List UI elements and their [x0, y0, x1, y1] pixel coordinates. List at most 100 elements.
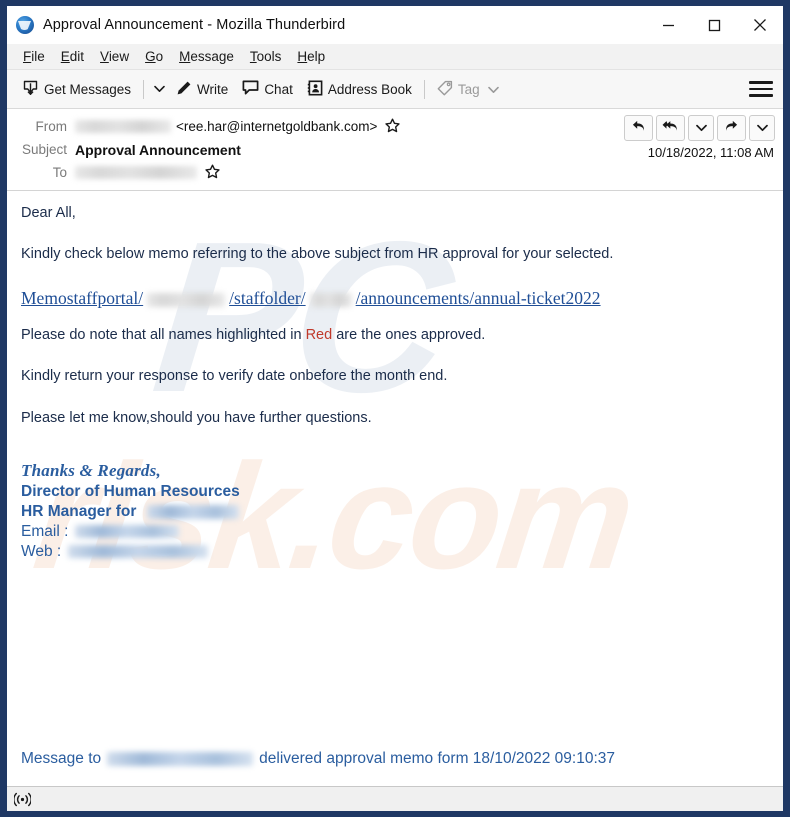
- from-address: <ree.har@internetgoldbank.com>: [176, 119, 378, 134]
- chevron-down-icon: [153, 80, 165, 98]
- red-keyword: Red: [305, 326, 333, 343]
- signature-email-redacted: [75, 525, 180, 539]
- signature-web-row: Web :: [21, 542, 767, 562]
- window-inner: Approval Announcement - Mozilla Thunderb…: [7, 6, 783, 811]
- message-body: PC risk.com Dear All, Kindly check below…: [7, 191, 783, 786]
- menu-message[interactable]: Message: [171, 49, 242, 64]
- paragraph-2-post: are the ones approved.: [332, 326, 486, 343]
- tag-icon: [437, 80, 453, 99]
- menu-go[interactable]: Go: [137, 49, 171, 64]
- signature-title: Director of Human Resources: [21, 482, 240, 500]
- pencil-icon: [176, 80, 192, 99]
- menu-view[interactable]: View: [92, 49, 137, 64]
- write-button[interactable]: Write: [169, 75, 235, 103]
- from-label: From: [35, 119, 68, 134]
- chevron-down-icon: [695, 119, 707, 137]
- menu-file-rest: ile: [31, 49, 45, 64]
- minimize-button[interactable]: [645, 6, 691, 44]
- from-name-redacted: [75, 120, 171, 133]
- reply-button[interactable]: [624, 115, 653, 141]
- message-date: 10/18/2022, 11:08 AM: [647, 145, 774, 160]
- signature-web-label: Web :: [21, 542, 62, 560]
- signature-web-redacted: [68, 545, 209, 559]
- app-menu-button[interactable]: [749, 79, 773, 99]
- forward-button[interactable]: [717, 115, 746, 141]
- address-book-button[interactable]: Address Book: [300, 75, 419, 103]
- reply-all-button[interactable]: [656, 115, 685, 141]
- chevron-down-icon: [756, 119, 768, 137]
- footer-suffix: delivered approval memo form 18/10/2022 …: [259, 750, 616, 767]
- signature-email-row: Email :: [21, 522, 767, 542]
- thunderbird-window: Approval Announcement - Mozilla Thunderb…: [0, 0, 790, 817]
- star-icon[interactable]: [205, 164, 220, 182]
- memo-phishing-link[interactable]: Memostaffportal/ /staffolder/ /announcemen…: [21, 288, 601, 309]
- paragraph-2: Please do note that all names highlighte…: [21, 327, 767, 344]
- footer-prefix: Message to: [21, 750, 102, 767]
- link-part-3: /announcements/annual-ticket2022: [355, 287, 601, 308]
- link-part-2: /staffolder/: [229, 287, 306, 308]
- greeting-line: Dear All,: [21, 205, 76, 221]
- chevron-down-icon: [487, 82, 499, 97]
- paragraph-4: Please let me know,should you have furth…: [21, 409, 372, 426]
- toolbar-divider-1: [143, 79, 145, 99]
- signature-email-label: Email :: [21, 522, 69, 540]
- paragraph-1: Kindly check below memo referring to the…: [21, 246, 614, 263]
- hamburger-menu-icon: [749, 81, 773, 84]
- signature-manager-label: HR Manager for: [21, 502, 137, 520]
- reply-more-button[interactable]: [688, 115, 714, 141]
- toolbar-divider-2: [423, 79, 425, 99]
- to-row: To: [7, 161, 783, 184]
- chat-button[interactable]: Chat: [235, 75, 300, 103]
- from-value[interactable]: <ree.har@internetgoldbank.com>: [75, 118, 400, 136]
- get-messages-dropdown[interactable]: [149, 76, 169, 102]
- to-label: To: [52, 165, 67, 180]
- paragraph-2-pre: Please do note that all names highlighte…: [21, 326, 306, 343]
- main-toolbar: Get Messages Write Chat Address Book Tag: [7, 70, 783, 109]
- to-address-redacted: [75, 166, 197, 179]
- address-book-label: Address Book: [327, 81, 412, 97]
- paragraph-3: Kindly return your response to verify da…: [21, 368, 448, 385]
- write-label: Write: [197, 81, 229, 97]
- address-book-icon: [307, 79, 323, 99]
- star-icon[interactable]: [385, 118, 400, 136]
- title-bar: Approval Announcement - Mozilla Thunderb…: [7, 6, 783, 44]
- menu-bar: File Edit View Go Message Tools Help: [7, 44, 783, 70]
- subject-value: Approval Announcement: [75, 141, 241, 158]
- link-part-1: Memostaffportal/: [21, 287, 144, 308]
- speech-bubble-icon: [242, 80, 259, 98]
- email-content: Dear All, Kindly check below memo referr…: [21, 205, 767, 562]
- broadcast-signal-icon[interactable]: [14, 792, 31, 807]
- footer-recipient-redacted: [107, 752, 254, 766]
- menu-file[interactable]: File: [15, 49, 53, 64]
- status-bar: [7, 786, 783, 811]
- message-header: From <ree.har@internetgoldbank.com> Subj…: [7, 109, 783, 191]
- chat-label: Chat: [264, 81, 293, 97]
- tag-button[interactable]: Tag: [430, 75, 506, 103]
- maximize-button[interactable]: [691, 6, 737, 44]
- signature-company-redacted: [146, 504, 239, 519]
- close-button[interactable]: [737, 6, 783, 44]
- forward-arrow-icon: [724, 119, 739, 138]
- to-value[interactable]: [75, 164, 220, 182]
- window-controls: [645, 6, 783, 44]
- subject-label: Subject: [21, 142, 67, 157]
- get-messages-label: Get Messages: [44, 81, 132, 97]
- message-action-buttons: [624, 115, 775, 141]
- menu-help[interactable]: Help: [289, 49, 333, 64]
- tag-label: Tag: [457, 81, 480, 97]
- reply-arrow-icon: [631, 119, 646, 138]
- download-inbox-icon: [22, 79, 39, 99]
- menu-tools[interactable]: Tools: [242, 49, 290, 64]
- get-messages-button[interactable]: Get Messages: [15, 75, 138, 103]
- reply-all-arrow-icon: [662, 119, 679, 138]
- link-redacted-1: [147, 292, 226, 307]
- delivery-footer: Message to delivered approval memo form …: [21, 750, 615, 768]
- link-redacted-2: [309, 292, 352, 307]
- signature-manager: HR Manager for: [21, 502, 767, 522]
- menu-edit[interactable]: Edit: [53, 49, 92, 64]
- email-signature: Thanks & Regards, Director of Human Reso…: [21, 461, 767, 562]
- window-title: Approval Announcement - Mozilla Thunderb…: [43, 17, 346, 33]
- signature-thanks: Thanks & Regards,: [21, 460, 161, 480]
- thunderbird-logo-icon: [16, 16, 34, 34]
- more-actions-button[interactable]: [749, 115, 775, 141]
